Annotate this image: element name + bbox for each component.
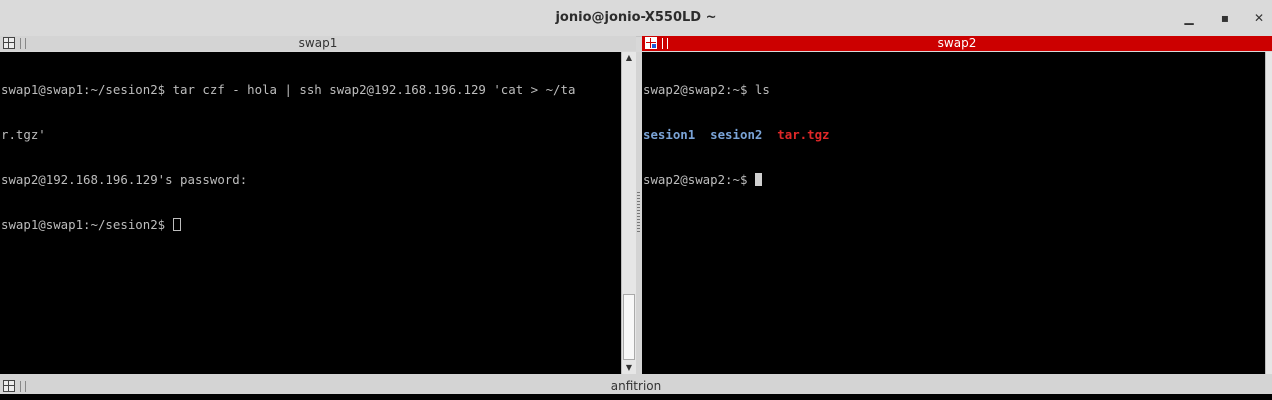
ls-output-line: sesion1 sesion2 tar.tgz [643,127,1265,142]
pane-title: swap2 [937,36,977,50]
shell-prompt: swap1@swap1:~/sesion2$ [1,217,173,232]
archive-entry: tar.tgz [777,127,830,142]
terminal-line: swap2@swap2:~$ ls [643,82,770,97]
directory-entry: sesion1 [643,127,696,142]
shell-prompt: swap2@swap2:~$ [643,172,755,187]
window-titlebar: jonio@jonio-X550LD ~ ▁ ▪ ✕ [0,0,1272,37]
pane-title: anfitrion [610,379,662,393]
pane-header-anfitrion[interactable]: anfitrion [0,379,1272,394]
scrollbar-swap1[interactable]: ▲ ▼ [621,52,636,374]
pane-title: swap1 [298,36,338,50]
pane-header-swap1[interactable]: swap1 [0,36,636,51]
maximize-icon[interactable]: ▪ [1216,9,1234,27]
window-title: jonio@jonio-X550LD ~ [555,10,717,25]
scroll-down-icon[interactable]: ▼ [622,362,636,374]
terminal-swap2[interactable]: swap2@swap2:~$ ls sesion1 sesion2 tar.tg… [642,52,1265,374]
scrollbar-swap2[interactable] [1265,52,1272,374]
prompt-line: swap1@swap1:~/sesion2$ [1,217,621,232]
directory-entry: sesion2 [710,127,763,142]
scrollbar-thumb[interactable] [623,294,635,360]
terminal-cursor [172,218,181,231]
pane-header-swap2[interactable]: swap2 [642,36,1272,51]
splitter-grip-icon[interactable] [637,192,640,232]
prompt-line: swap2@swap2:~$ [643,172,1265,187]
scroll-up-icon[interactable]: ▲ [622,52,636,64]
terminal-anfitrion[interactable] [0,394,1272,400]
terminal-line: swap1@swap1:~/sesion2$ tar czf - hola | … [1,82,576,97]
terminal-line: r.tgz' [1,127,46,142]
terminal-line: swap2@192.168.196.129's password: [1,172,255,187]
minimize-icon[interactable]: ▁ [1180,9,1198,27]
terminal-cursor [754,173,762,186]
close-icon[interactable]: ✕ [1250,9,1268,27]
terminal-swap1[interactable]: swap1@swap1:~/sesion2$ tar czf - hola | … [0,52,621,374]
